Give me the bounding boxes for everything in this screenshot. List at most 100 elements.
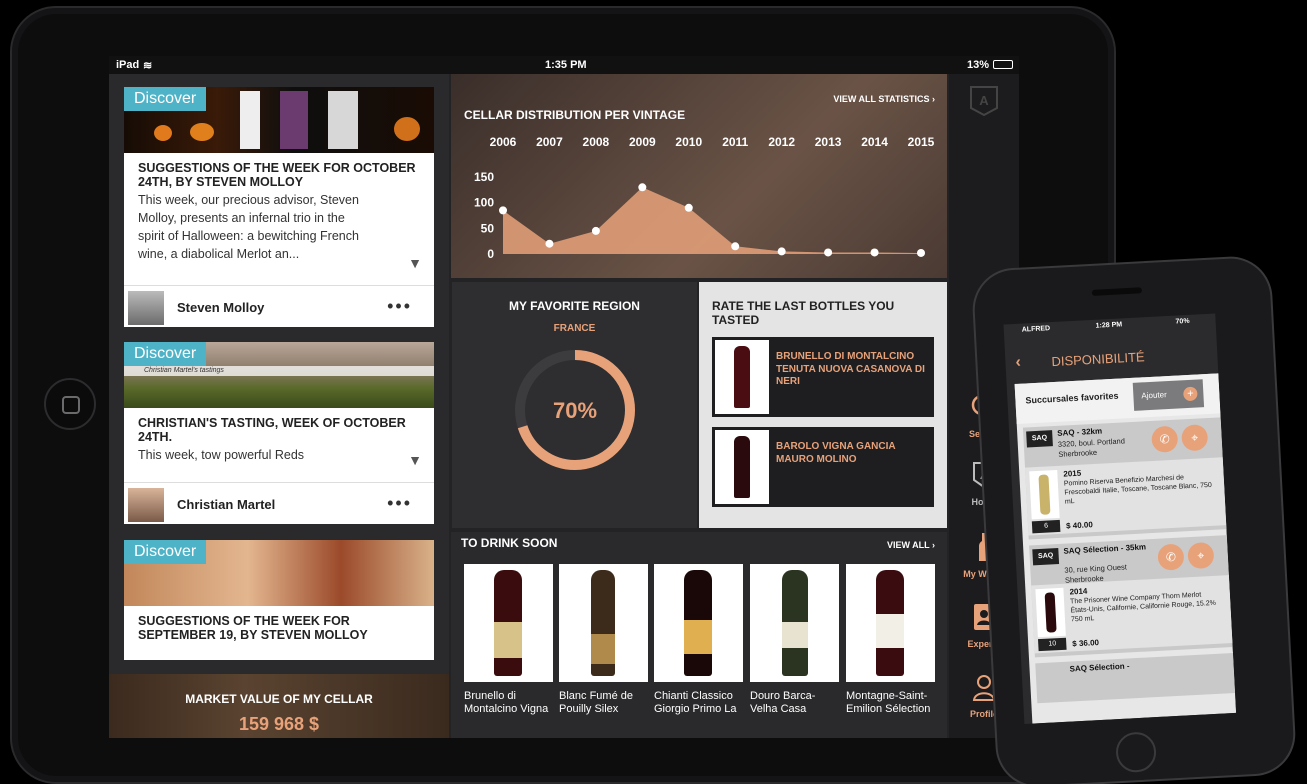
store-name: SAQ Sélection - 35km	[1063, 542, 1147, 556]
wine-name[interactable]: Chianti Classico Giorgio Primo La	[654, 690, 746, 716]
phone-battery: 70%	[1175, 317, 1190, 326]
data-point[interactable]	[777, 247, 786, 256]
rate-bottles-panel[interactable]: RATE THE LAST BOTTLES YOU TASTED BRUNELL…	[699, 282, 947, 528]
wine-price: $ 40.00	[1065, 520, 1094, 531]
y-tick-label: 100	[474, 196, 494, 210]
store-wine: 6 2015 Pomino Riserva Benefizio Marchesi…	[1025, 457, 1227, 536]
wine-name[interactable]: Montagne-Saint- Emilion Sélection	[846, 690, 938, 716]
data-point[interactable]	[917, 248, 925, 257]
more-options-icon[interactable]: •••	[387, 296, 412, 317]
home-square-icon	[62, 396, 80, 414]
store-address: 3320, boul. Portland Sherbrooke	[1057, 436, 1126, 459]
market-value-amount: 159 968 $	[238, 714, 320, 734]
region-percent: 70%	[553, 398, 597, 423]
y-tick-label: 0	[487, 247, 494, 261]
data-point[interactable]	[870, 248, 879, 257]
bottle-to-rate[interactable]: BRUNELLO DI MONTALCINO TENUTA NUOVA CASA…	[712, 337, 934, 417]
bottle-image	[1035, 587, 1066, 638]
x-tick-label: 2014	[861, 135, 888, 149]
wine-name-line: Montalcino Vigna	[464, 703, 549, 715]
phone-call-icon[interactable]: ✆	[1157, 543, 1185, 571]
phone-title: DISPONIBILITÉ	[1051, 349, 1145, 370]
iphone-frame: ALFRED 1:28 PM 70% ‹ DISPONIBILITÉ Succu…	[970, 254, 1298, 784]
to-drink-soon-panel[interactable]: TO DRINK SOON VIEW ALL › Brunello di Mont…	[451, 532, 947, 738]
expand-chevron-icon[interactable]: ▼	[408, 255, 422, 271]
home-hardware-button[interactable]	[44, 378, 96, 430]
wine-name-line: Douro Barca-	[750, 690, 816, 702]
phone-home-button[interactable]	[1115, 731, 1158, 774]
saq-logo: SAQ	[1026, 430, 1053, 448]
discover-tag: Discover	[124, 87, 207, 111]
card-author[interactable]: Christian Martel •••	[124, 482, 434, 524]
add-button[interactable]: Ajouter +	[1132, 379, 1205, 411]
wine-price: $ 36.00	[1072, 638, 1100, 649]
avatar	[128, 291, 164, 325]
card-excerpt: This week, tow powerful Reds	[138, 448, 305, 462]
view-all-link[interactable]: VIEW ALL ›	[887, 540, 935, 550]
data-point[interactable]	[591, 226, 600, 235]
wine-name[interactable]: Blanc Fumé de Pouilly Silex	[559, 690, 651, 716]
x-tick-label: 2007	[536, 135, 563, 149]
author-name: Steven Molloy	[177, 300, 265, 315]
market-value-panel[interactable]: MARKET VALUE OF MY CELLAR 159 968 $	[109, 674, 449, 738]
bottle-image	[715, 340, 769, 414]
location-pin-icon[interactable]: ⌖	[1187, 541, 1215, 570]
phone-clock: 1:28 PM	[1095, 321, 1123, 330]
expand-chevron-icon[interactable]: ▼	[408, 452, 422, 468]
back-chevron-icon[interactable]: ‹	[1015, 354, 1021, 372]
wine-card[interactable]	[750, 564, 839, 682]
card-title[interactable]: SUGGESTIONS OF THE WEEK FOR SEPTEMBER 19…	[124, 606, 434, 642]
card-author[interactable]: Steven Molloy •••	[124, 285, 434, 327]
author-name: Christian Martel	[177, 497, 276, 512]
data-point[interactable]	[638, 183, 647, 192]
store-card[interactable]: SAQ SAQ - 32km 3320, boul. Portland Sher…	[1022, 417, 1227, 540]
phone-carrier: ALFRED	[1021, 325, 1051, 334]
avatar	[128, 488, 164, 522]
discover-card[interactable]: Discover SUGGESTIONS OF THE WEEK FOR OCT…	[124, 87, 434, 327]
data-point[interactable]	[499, 206, 507, 215]
card-excerpt: This week, our precious advisor, Steven …	[138, 193, 359, 261]
phone-call-icon[interactable]: ✆	[1151, 425, 1179, 453]
store-name: SAQ Sélection -	[1069, 661, 1130, 674]
wine-name[interactable]: Brunello di Montalcino Vigna	[464, 690, 556, 716]
y-tick-label: 50	[481, 221, 495, 235]
discover-tag: Discover	[124, 540, 207, 564]
region-gauge: 70%	[515, 350, 635, 470]
store-wine: 10 2014 The Prisoner Wine Company Thorn …	[1031, 575, 1233, 654]
carrier: iPad	[116, 59, 140, 71]
stock-quantity: 6	[1031, 519, 1061, 534]
pumpkin-image	[190, 123, 214, 141]
data-point[interactable]	[684, 203, 693, 212]
favorites-label: Succursales favorites	[1025, 390, 1119, 406]
wine-name[interactable]: Douro Barca- Velha Casa	[750, 690, 842, 716]
wine-card[interactable]	[559, 564, 648, 682]
more-options-icon[interactable]: •••	[387, 493, 412, 514]
store-card[interactable]: SAQ SAQ Sélection - 35km 30, rue King Ou…	[1029, 535, 1233, 658]
clock: 1:35 PM	[545, 59, 587, 71]
bottle-name: BRUNELLO DI MONTALCINO TENUTA NUOVA CASA…	[776, 351, 925, 387]
wine-card[interactable]	[654, 564, 743, 682]
data-point[interactable]	[545, 239, 554, 248]
x-tick-label: 2006	[490, 135, 517, 149]
bottle-image	[240, 91, 260, 149]
vintage-chart-panel[interactable]: VIEW ALL STATISTICS › CELLAR DISTRIBUTIO…	[451, 74, 947, 278]
data-point[interactable]	[824, 248, 833, 257]
iphone-screen: ALFRED 1:28 PM 70% ‹ DISPONIBILITÉ Succu…	[1003, 313, 1237, 725]
bottle-to-rate[interactable]: BAROLO VIGNA GANCIA MAURO MOLINO	[712, 427, 934, 507]
wine-card[interactable]	[464, 564, 553, 682]
wine-name-line: Montagne-Saint-	[846, 690, 928, 702]
availability-list[interactable]: Succursales favorites Ajouter + SAQ SAQ -…	[1014, 373, 1237, 724]
discover-card[interactable]: Discover SUGGESTIONS OF THE WEEK FOR SEP…	[124, 540, 434, 660]
market-value-label: MARKET VALUE OF MY CELLAR	[185, 692, 373, 706]
data-point[interactable]	[731, 242, 740, 251]
wine-card[interactable]	[846, 564, 935, 682]
card-title[interactable]: CHRISTIAN'S TASTING, WEEK OF OCTOBER 24T…	[124, 408, 434, 444]
discover-card[interactable]: Discover Christian Martel's tastings CHR…	[124, 342, 434, 524]
card-title[interactable]: SUGGESTIONS OF THE WEEK FOR OCTOBER 24TH…	[124, 153, 434, 189]
discover-feed[interactable]: Discover SUGGESTIONS OF THE WEEK FOR OCT…	[109, 74, 449, 738]
favorite-region-panel[interactable]: MY FAVORITE REGION FRANCE 70%	[452, 282, 697, 528]
banner-caption: Christian Martel's tastings	[124, 366, 434, 376]
location-pin-icon[interactable]: ⌖	[1181, 424, 1209, 452]
store-card[interactable]: SAQ Sélection -	[1035, 652, 1236, 704]
x-tick-label: 2008	[583, 135, 610, 149]
